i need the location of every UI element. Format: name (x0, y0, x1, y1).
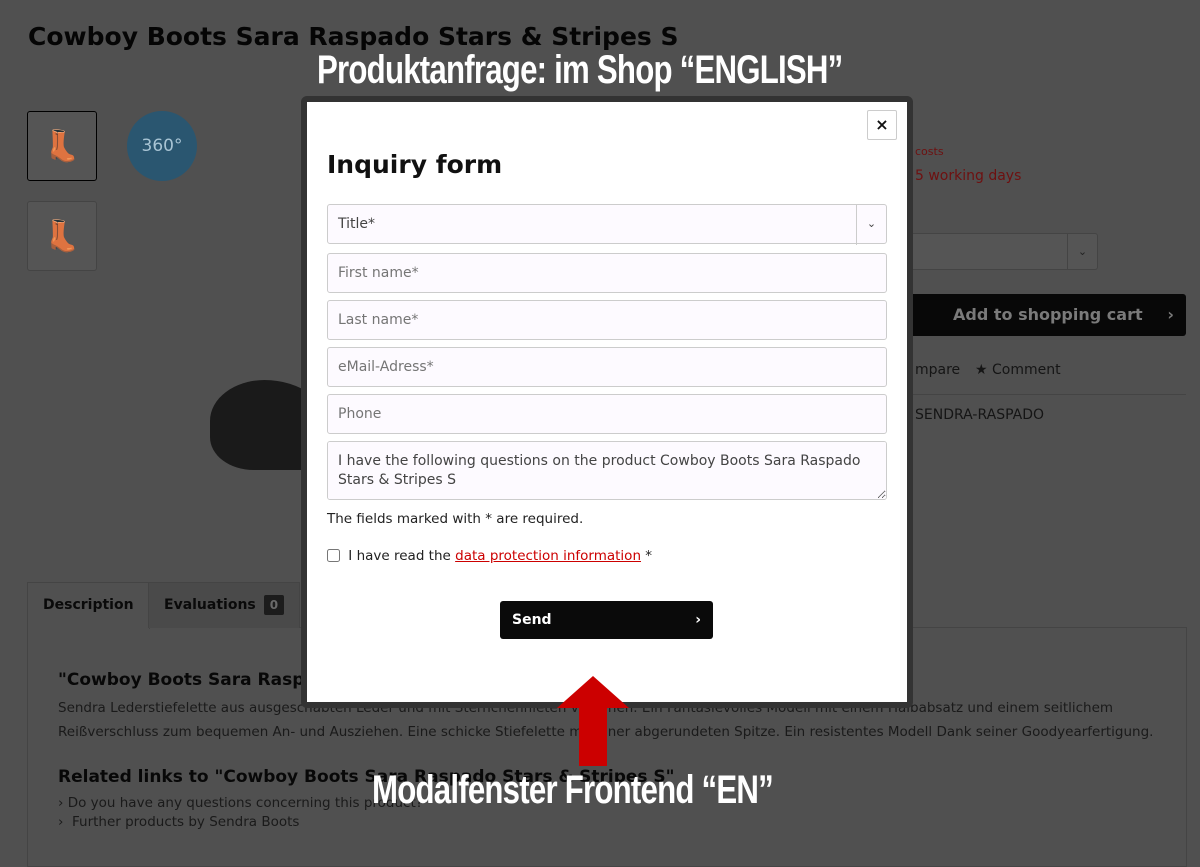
comment-link[interactable]: ★ Comment (975, 362, 1061, 378)
chevron-down-icon: ⌄ (1067, 234, 1097, 269)
related-link-further[interactable]: › Further products by Sendra Boots (58, 814, 299, 830)
related-link-questions[interactable]: › Do you have any questions concerning t… (58, 795, 423, 811)
shipping-costs: costs (915, 145, 944, 158)
first-name-input[interactable] (327, 253, 887, 293)
add-to-cart-button[interactable]: Add to shopping cart › (908, 294, 1186, 336)
cart-label: Add to shopping cart (953, 305, 1143, 324)
thumbnail-1[interactable]: 👢 (27, 111, 97, 181)
title-select[interactable]: Title* ⌄ (327, 204, 887, 245)
close-button[interactable]: × (867, 110, 897, 140)
privacy-required: * (641, 548, 653, 564)
select-value: Title* (338, 216, 376, 232)
comment-label: Comment (992, 362, 1061, 378)
send-label: Send (512, 612, 552, 628)
message-textarea[interactable]: I have the following questions on the pr… (327, 441, 887, 500)
thumbnail-2[interactable]: 👢 (27, 201, 97, 271)
product-title: Cowboy Boots Sara Raspado Stars & Stripe… (28, 22, 679, 51)
arrow-up-icon (557, 676, 629, 766)
chevron-right-icon: › (695, 612, 701, 628)
variant-select[interactable]: ⌄ (900, 233, 1098, 270)
tab-label: Evaluations (164, 597, 256, 613)
divider (900, 394, 1186, 395)
send-button[interactable]: Send › (500, 601, 713, 639)
star-icon: ★ (975, 362, 993, 378)
evaluations-count: 0 (263, 595, 285, 615)
privacy-link[interactable]: data protection information (455, 548, 641, 564)
phone-input[interactable] (327, 394, 887, 434)
required-note: The fields marked with * are required. (327, 511, 584, 527)
chevron-right-icon: › (1167, 305, 1174, 324)
privacy-label: I have read the (348, 548, 456, 564)
annotation-bottom: Modalfenster Frontend “EN” (372, 768, 774, 812)
link-label: Do you have any questions concerning thi… (67, 795, 423, 811)
last-name-input[interactable] (327, 300, 887, 340)
annotation-top: Produktanfrage: im Shop “ENGLISH” (317, 48, 843, 92)
privacy-checkbox[interactable] (327, 549, 340, 562)
modal-title: Inquiry form (327, 150, 503, 179)
chevron-down-icon: ⌄ (856, 205, 886, 245)
tab-evaluations[interactable]: Evaluations 0 (148, 582, 301, 628)
tab-description[interactable]: Description (27, 582, 150, 629)
inquiry-modal: × Inquiry form Title* ⌄ I have the follow… (301, 96, 913, 708)
sku: SENDRA-RASPADO (915, 407, 1045, 423)
privacy-row: I have read the data protection informat… (327, 548, 652, 564)
link-label: Further products by Sendra Boots (71, 814, 300, 830)
compare-link[interactable]: mpare (915, 362, 960, 378)
delivery-time: 5 working days (915, 168, 1022, 184)
email-input[interactable] (327, 347, 887, 387)
view-360-button[interactable]: 360° (127, 111, 197, 181)
